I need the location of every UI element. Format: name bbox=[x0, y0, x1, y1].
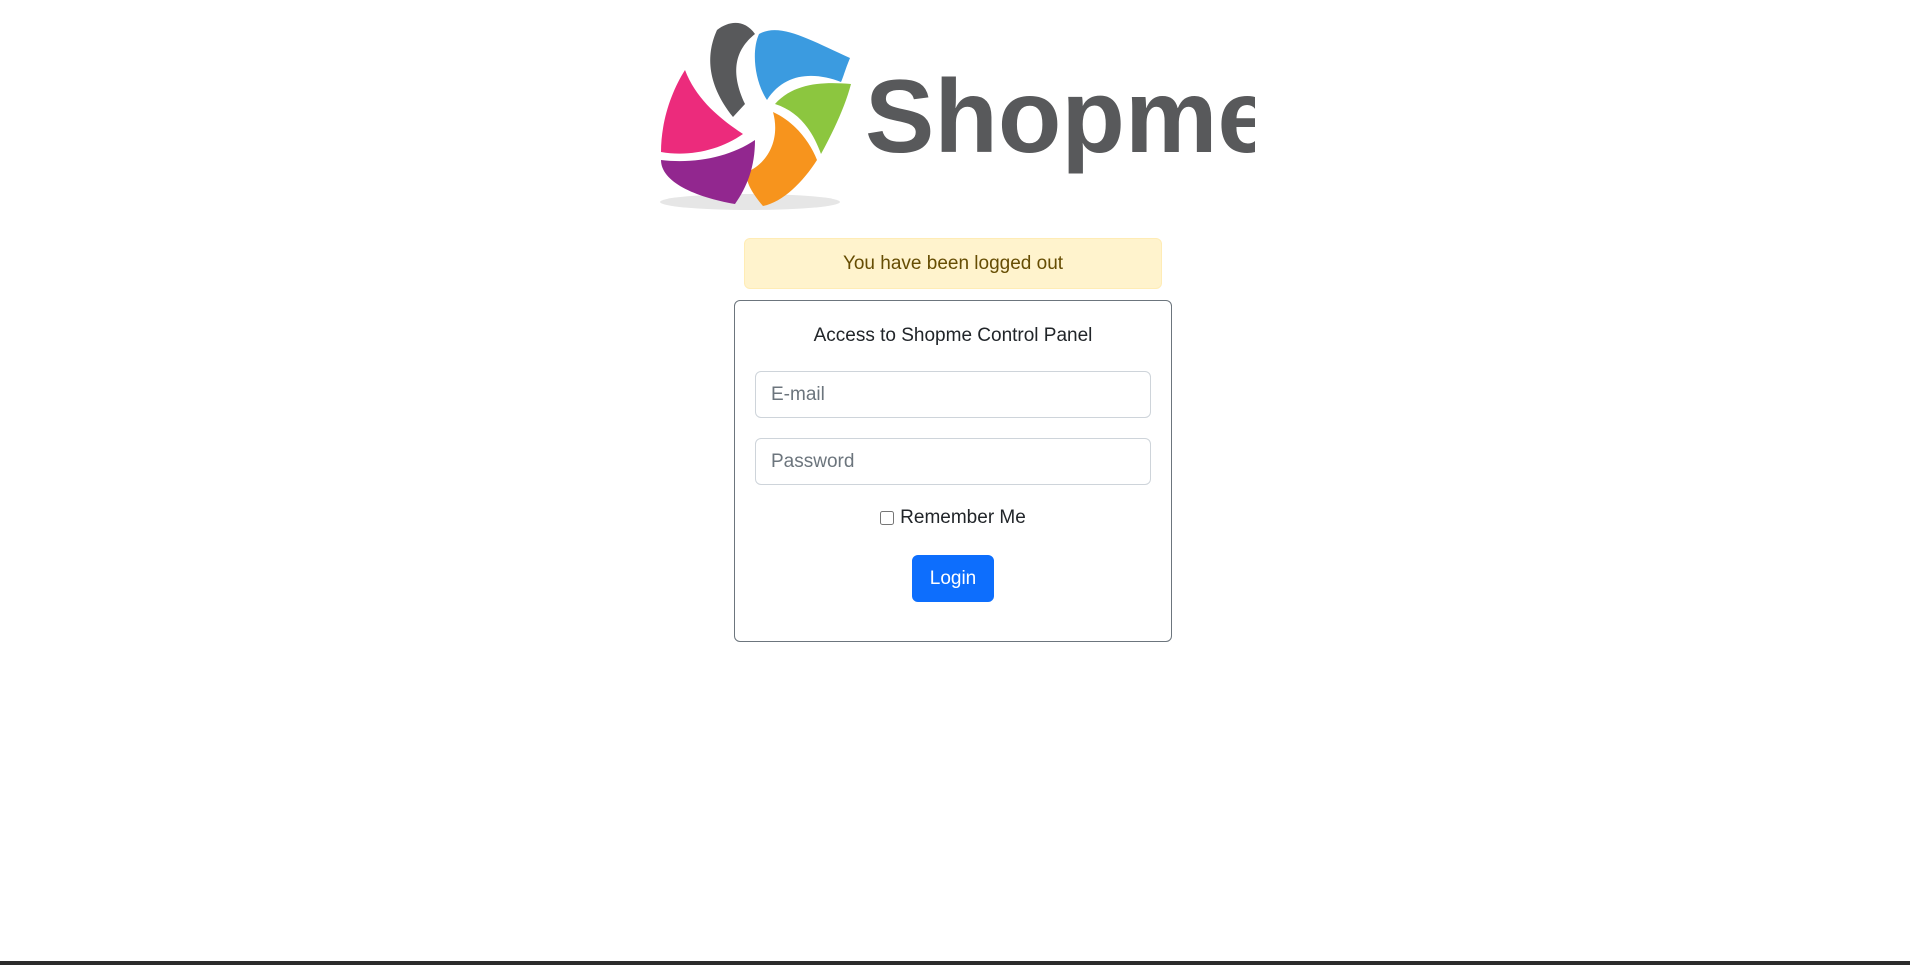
email-field[interactable] bbox=[755, 371, 1151, 418]
remember-me-row[interactable]: Remember Me bbox=[735, 507, 1171, 529]
login-button[interactable]: Login bbox=[912, 555, 994, 602]
logo-brand-text: Shopme bbox=[865, 59, 1255, 175]
shopme-logo: Shopme bbox=[655, 12, 1255, 217]
logo-shadow bbox=[660, 194, 840, 210]
password-field[interactable] bbox=[755, 438, 1151, 485]
logout-alert: You have been logged out bbox=[744, 238, 1162, 289]
bottom-edge-bar bbox=[0, 961, 1910, 965]
login-page: Shopme You have been logged out Access t… bbox=[0, 0, 1910, 965]
remember-me-label: Remember Me bbox=[900, 507, 1026, 528]
shopme-logo-graphic: Shopme bbox=[660, 22, 1255, 210]
logo-petal-gray bbox=[710, 22, 755, 117]
login-form-card: Access to Shopme Control Panel Remember … bbox=[734, 300, 1172, 642]
remember-me-checkbox[interactable] bbox=[880, 511, 895, 525]
logout-alert-message: You have been logged out bbox=[842, 252, 1064, 274]
login-form-title: Access to Shopme Control Panel bbox=[813, 325, 1093, 346]
